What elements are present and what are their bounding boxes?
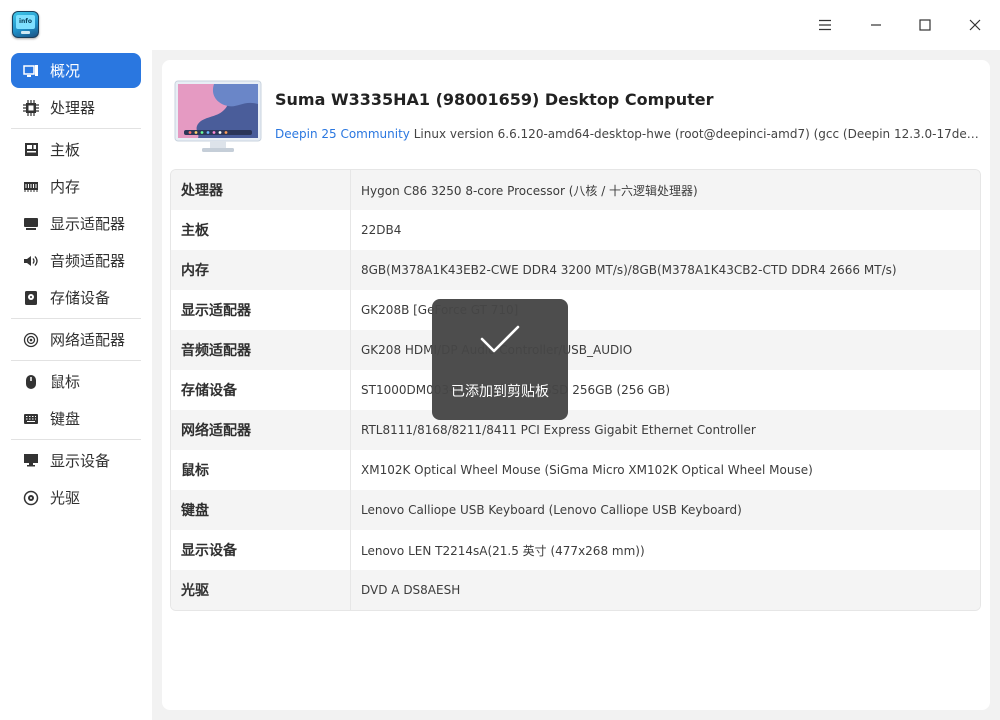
row-value: Lenovo LEN T2214sA(21.5 英寸 (477x268 mm)): [361, 543, 645, 558]
row-key: 主板: [171, 210, 351, 250]
row-key: 显示适配器: [171, 290, 351, 330]
checkmark-icon: [480, 325, 520, 353]
sidebar-item-memory[interactable]: 内存: [11, 169, 141, 204]
table-row[interactable]: 显示适配器GK208B [GeForce GT 710]: [171, 290, 980, 330]
sidebar-item-network[interactable]: 网络适配器: [11, 322, 141, 357]
mouse-icon: [22, 373, 40, 391]
sidebar-item-processor[interactable]: 处理器: [11, 90, 141, 125]
row-key: 存储设备: [171, 370, 351, 410]
app-icon-label: info: [16, 15, 35, 29]
table-row[interactable]: 鼠标 XM102K Optical Wheel Mouse (SiGma Micr…: [171, 450, 980, 490]
os-link[interactable]: Deepin 25 Community: [275, 127, 410, 141]
motherboard-icon: [22, 141, 40, 159]
row-value: DVD A DS8AESH: [361, 583, 461, 597]
sidebar-item-label: 处理器: [50, 99, 96, 117]
overview-table: 处理器 Hygon C86 3250 8-core Processor (八核 /…: [170, 169, 981, 611]
table-row[interactable]: 存储设备ST1000DM003-1SB102 (1 TB)/SSD 256GB …: [171, 370, 980, 410]
row-key: 处理器: [171, 170, 351, 210]
sidebar-item-audio-adapter[interactable]: 音频适配器: [11, 243, 141, 278]
sidebar-item-label: 鼠标: [50, 373, 81, 391]
network-icon: [22, 331, 40, 349]
sidebar-item-label: 概况: [50, 62, 81, 80]
row-key: 鼠标: [171, 450, 351, 490]
table-row[interactable]: 处理器 Hygon C86 3250 8-core Processor (八核 /…: [171, 170, 980, 210]
maximize-button[interactable]: [910, 10, 940, 40]
row-key: 光驱: [171, 570, 351, 610]
app-icon: info: [12, 11, 39, 38]
monitor-cpu-icon: [22, 62, 40, 80]
sidebar-item-label: 主板: [50, 141, 81, 159]
display-adapter-icon: [22, 215, 40, 233]
sidebar-item-mouse[interactable]: 鼠标: [11, 364, 141, 399]
table-row[interactable]: 显示设备 Lenovo LEN T2214sA(21.5 英寸 (477x268 …: [171, 530, 980, 570]
table-row[interactable]: 内存 8GB(M378A1K43EB2-CWE DDR4 3200 MT/s)/8…: [171, 250, 980, 290]
storage-icon: [22, 289, 40, 307]
sidebar-item-label: 键盘: [50, 410, 81, 428]
row-key: 内存: [171, 250, 351, 290]
row-key: 键盘: [171, 490, 351, 530]
sidebar-item-label: 光驱: [50, 489, 81, 507]
chip-icon: [22, 99, 40, 117]
os-info: Deepin 25 Community Linux version 6.6.12…: [275, 127, 980, 141]
sidebar-item-cdrom[interactable]: 光驱: [11, 480, 141, 515]
overview-panel: Suma W3335HA1 (98001659) Desktop Compute…: [162, 60, 990, 710]
table-row[interactable]: 音频适配器GK208 HDMI/DP Audio Controller/USB_…: [171, 330, 980, 370]
row-key: 显示设备: [171, 530, 351, 570]
device-title: Suma W3335HA1 (98001659) Desktop Compute…: [275, 90, 714, 109]
copied-toast: 已添加到剪贴板: [432, 299, 568, 420]
row-value: XM102K Optical Wheel Mouse (SiGma Micro …: [361, 463, 813, 477]
cdrom-icon: [22, 489, 40, 507]
maximize-icon: [919, 19, 931, 31]
sidebar-item-label: 存储设备: [50, 289, 111, 307]
sidebar-item-label: 网络适配器: [50, 331, 126, 349]
toast-message: 已添加到剪贴板: [451, 384, 549, 400]
computer-monitor-icon: [174, 80, 262, 152]
sidebar-item-storage[interactable]: 存储设备: [11, 280, 141, 315]
sidebar-item-display[interactable]: 显示设备: [11, 443, 141, 478]
sidebar-item-overview[interactable]: 概况: [11, 53, 141, 88]
speaker-icon: [22, 252, 40, 270]
close-icon: [969, 19, 981, 31]
table-row[interactable]: 光驱 DVD A DS8AESH: [171, 570, 980, 610]
table-row[interactable]: 键盘 Lenovo Calliope USB Keyboard (Lenovo C…: [171, 490, 980, 530]
title-bar: info: [0, 0, 1000, 50]
row-value: Lenovo Calliope USB Keyboard (Lenovo Cal…: [361, 503, 742, 517]
hamburger-icon: [819, 19, 831, 31]
sidebar-item-label: 显示适配器: [50, 215, 126, 233]
row-value: 8GB(M378A1K43EB2-CWE DDR4 3200 MT/s)/8GB…: [361, 263, 897, 277]
minimize-button[interactable]: [861, 10, 891, 40]
sidebar-item-label: 内存: [50, 178, 81, 196]
row-value: 22DB4: [361, 223, 402, 237]
sidebar-item-motherboard[interactable]: 主板: [11, 132, 141, 167]
sidebar-item-label: 音频适配器: [50, 252, 126, 270]
display-icon: [22, 452, 40, 470]
keyboard-icon: [22, 410, 40, 428]
row-key: 音频适配器: [171, 330, 351, 370]
close-button[interactable]: [960, 10, 990, 40]
table-row[interactable]: 网络适配器 RTL8111/8168/8211/8411 PCI Express …: [171, 410, 980, 450]
memory-icon: [22, 178, 40, 196]
kernel-info: Linux version 6.6.120-amd64-desktop-hwe …: [413, 127, 980, 141]
sidebar-item-keyboard[interactable]: 键盘: [11, 401, 141, 436]
sidebar: 概况 处理器 主板 内存 显示适配器 音频适配器 存储设备 网络适配器 鼠标 键…: [0, 50, 152, 720]
menu-button[interactable]: [810, 10, 840, 40]
table-row[interactable]: 主板 22DB4: [171, 210, 980, 250]
minimize-icon: [871, 24, 881, 26]
sidebar-item-display-adapter[interactable]: 显示适配器: [11, 206, 141, 241]
row-value: RTL8111/8168/8211/8411 PCI Express Gigab…: [361, 423, 756, 437]
sidebar-item-label: 显示设备: [50, 452, 111, 470]
row-value: Hygon C86 3250 8-core Processor (八核 / 十六…: [361, 183, 698, 198]
row-key: 网络适配器: [171, 410, 351, 450]
